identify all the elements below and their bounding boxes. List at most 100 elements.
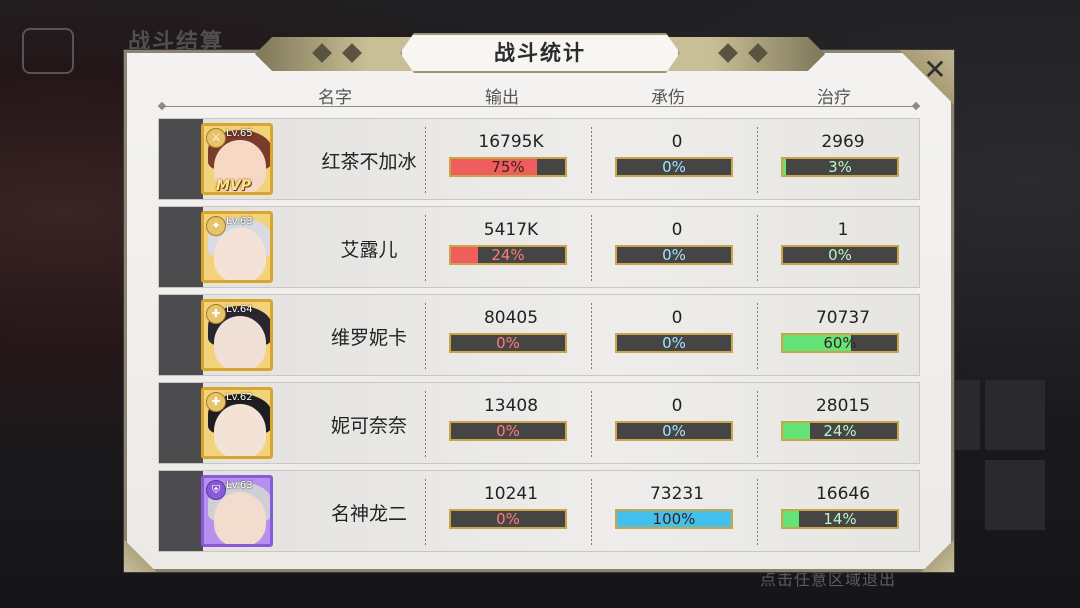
column-divider [425,303,426,369]
tank-stat: 73231 100% [591,479,761,545]
tank-bar: 0% [615,157,733,177]
tank-bar: 0% [615,245,733,265]
character-avatar[interactable]: ✦ Lv.63 [201,211,273,283]
output-value: 5417K [483,220,539,240]
player-row: ✚ Lv.64 维罗妮卡 80405 0% 0 0% 70737 60% [158,294,920,376]
mage-icon: ✦ [206,216,226,236]
output-stat: 5417K 24% [425,215,595,281]
heal-percent: 0% [828,246,852,264]
panel-title: 战斗统计 [494,41,586,65]
column-divider [425,479,426,545]
character-level: Lv.63 [226,480,253,491]
healer-icon: ✚ [206,304,226,324]
row-accent [159,471,203,551]
output-stat: 16795K 75% [425,127,595,193]
column-divider [425,391,426,457]
heal-bar: 14% [781,509,899,529]
close-icon: ✕ [923,53,947,86]
healer-icon: ✚ [206,392,226,412]
heal-percent: 14% [823,510,857,528]
heal-bar: 3% [781,157,899,177]
tank-stat: 0 0% [591,215,761,281]
column-divider [591,215,592,281]
tank-stat: 0 0% [591,391,761,457]
column-divider [757,303,758,369]
header-heal: 治疗 [817,88,851,108]
output-bar: 0% [449,509,567,529]
tank-bar: 0% [615,421,733,441]
header-divider [162,106,916,107]
avatar-face [214,316,266,368]
output-value: 80405 [483,308,539,328]
sword-icon: ⚔ [206,128,226,148]
output-bar: 0% [449,333,567,353]
background-tile [985,460,1045,530]
output-stat: 10241 0% [425,479,595,545]
heal-stat: 28015 24% [757,391,927,457]
tank-stat: 0 0% [591,127,761,193]
character-avatar[interactable]: ✚ Lv.64 [201,299,273,371]
heal-stat: 70737 60% [757,303,927,369]
heal-bar: 0% [781,245,899,265]
tank-bar: 100% [615,509,733,529]
column-divider [425,215,426,281]
output-stat: 80405 0% [425,303,595,369]
character-avatar[interactable]: ✚ Lv.62 [201,387,273,459]
row-accent [159,119,203,199]
heal-stat: 1 0% [757,215,927,281]
shield-icon: ⛨ [206,480,226,500]
tank-value: 0 [671,132,683,152]
mvp-badge: MVP [216,178,252,194]
column-divider [591,479,592,545]
heal-bar: 24% [781,421,899,441]
column-divider [591,127,592,193]
column-divider [757,391,758,457]
output-bar: 75% [449,157,567,177]
heal-value: 28015 [815,396,871,416]
heal-value: 70737 [815,308,871,328]
column-divider [591,303,592,369]
tank-value: 0 [671,396,683,416]
header-output: 输出 [485,88,519,108]
character-level: Lv.64 [226,304,253,315]
player-row: ✚ Lv.62 妮可奈奈 13408 0% 0 0% 28015 24% [158,382,920,464]
output-percent: 24% [491,246,525,264]
heal-value: 1 [837,220,849,240]
title-banner: 战斗统计 [255,33,825,75]
character-avatar[interactable]: ⛨ Lv.63 [201,475,273,547]
row-accent [159,383,203,463]
background-tile [985,380,1045,450]
avatar-face [214,404,266,456]
column-divider [591,391,592,457]
output-percent: 0% [496,334,520,352]
output-value: 13408 [483,396,539,416]
player-row: ✦ Lv.63 艾露儿 5417K 24% 0 0% 1 0% [158,206,920,288]
output-percent: 75% [491,158,525,176]
output-stat: 13408 0% [425,391,595,457]
output-percent: 0% [496,510,520,528]
column-divider [757,479,758,545]
character-avatar[interactable]: ⚔ Lv.65 MVP [201,123,273,195]
output-bar: 24% [449,245,567,265]
character-level: Lv.62 [226,392,253,403]
player-row: ⛨ Lv.63 名神龙二 10241 0% 73231 100% 16646 1… [158,470,920,552]
tank-bar: 0% [615,333,733,353]
heal-percent: 3% [828,158,852,176]
column-divider [425,127,426,193]
tank-value: 0 [671,308,683,328]
header-tank: 承伤 [651,88,685,108]
tank-percent: 0% [662,422,686,440]
player-row: ⚔ Lv.65 MVP 红茶不加冰 16795K 75% 0 0% 2969 3… [158,118,920,200]
output-value: 16795K [478,132,544,152]
close-button[interactable]: ✕ [918,55,952,85]
character-level: Lv.65 [226,128,253,139]
avatar-face [214,492,266,544]
tank-percent: 0% [662,158,686,176]
tank-value: 73231 [649,484,705,504]
heal-percent: 60% [823,334,857,352]
heal-bar: 60% [781,333,899,353]
heal-value: 2969 [821,132,865,152]
row-accent [159,207,203,287]
row-accent [159,295,203,375]
heal-percent: 24% [823,422,857,440]
